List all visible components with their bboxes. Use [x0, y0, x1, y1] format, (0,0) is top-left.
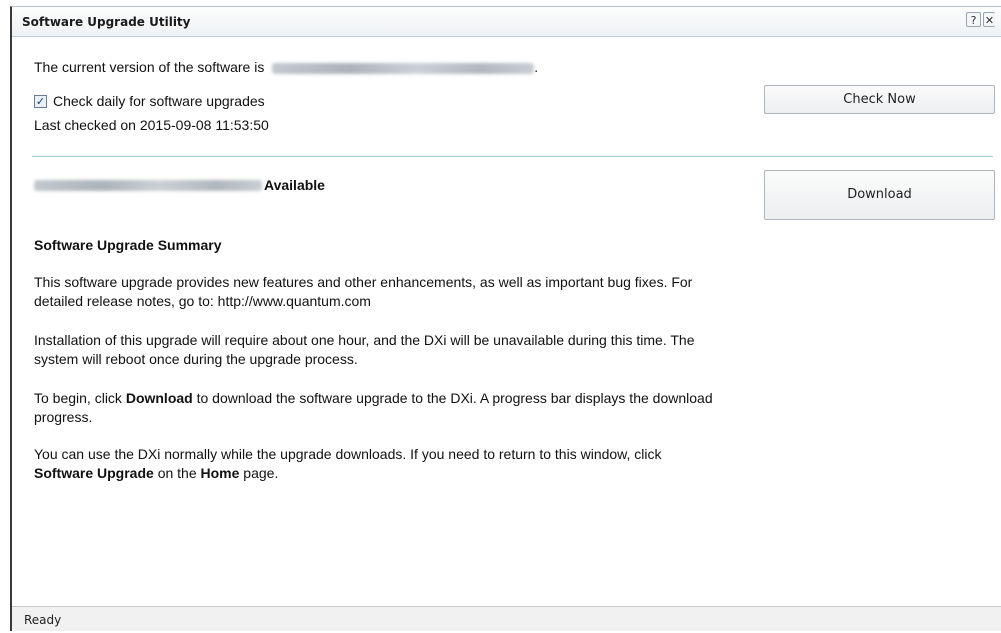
close-icon[interactable]: ✕	[983, 12, 995, 27]
current-version-suffix: .	[534, 59, 539, 75]
help-icon[interactable]: ?	[966, 12, 981, 27]
check-now-button[interactable]: Check Now	[764, 85, 995, 114]
summary-paragraph-3: To begin, click Download to download the…	[34, 389, 724, 427]
current-version-label: The current version of the software is	[34, 59, 265, 75]
p4-text-middle: on the	[153, 465, 201, 481]
download-keyword: Download	[125, 390, 193, 406]
window-title: Software Upgrade Utility	[22, 15, 191, 29]
p4-text-after: page.	[239, 465, 279, 481]
download-button[interactable]: Download	[764, 170, 995, 220]
status-text: Ready	[24, 613, 62, 627]
p3-text-before: To begin, click	[34, 390, 126, 406]
summary-paragraph-1: This software upgrade provides new featu…	[34, 274, 693, 309]
current-version-line: The current version of the software is .	[34, 59, 538, 75]
main-content: The current version of the software is .…	[12, 37, 1001, 607]
available-status: Available	[264, 177, 325, 193]
current-version-redacted	[272, 62, 535, 74]
auto-check-label[interactable]: Check daily for software upgrades	[53, 93, 265, 109]
available-version-redacted	[34, 179, 262, 191]
summary-heading: Software Upgrade Summary	[34, 237, 222, 253]
status-bar: Ready	[12, 606, 1001, 631]
software-upgrade-keyword: Software Upgrade	[34, 465, 154, 481]
section-divider	[32, 156, 993, 157]
last-checked-text: Last checked on 2015-09-08 11:53:50	[34, 117, 269, 133]
summary-paragraph-2: Installation of this upgrade will requir…	[34, 332, 695, 367]
auto-check-row[interactable]: ✓ Check daily for software upgrades	[34, 93, 265, 109]
title-bar: Software Upgrade Utility ? ✕	[12, 7, 1001, 37]
auto-check-checkbox[interactable]: ✓	[34, 94, 47, 108]
p4-text-before: You can use the DXi normally while the u…	[34, 446, 662, 462]
home-keyword: Home	[200, 465, 240, 481]
available-version-line: Available	[34, 177, 325, 193]
upgrade-utility-window: Software Upgrade Utility ? ✕ The current…	[10, 6, 1001, 631]
summary-paragraph-4: You can use the DXi normally while the u…	[34, 445, 724, 483]
